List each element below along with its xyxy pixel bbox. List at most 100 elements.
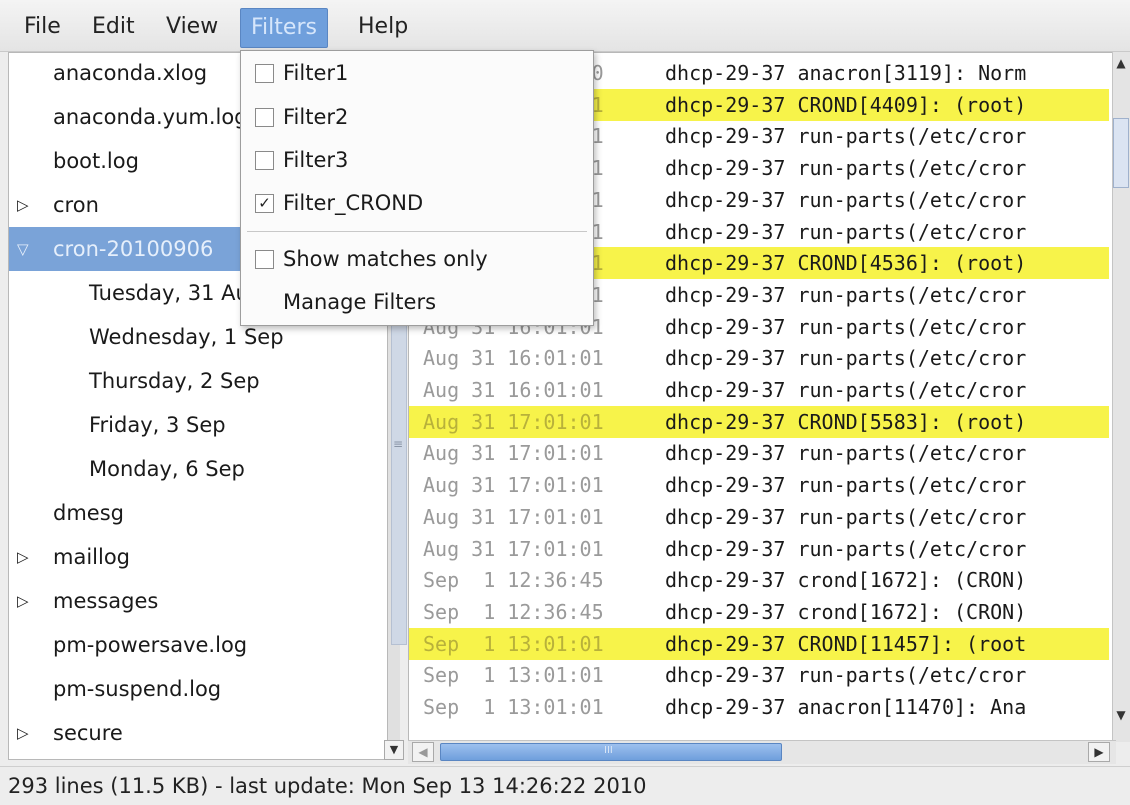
log-message: dhcp-29-37 crond[1672]: (CRON) xyxy=(665,568,1027,593)
log-timestamp: Sep 1 13:01:01 xyxy=(423,663,604,688)
log-message: dhcp-29-37 run-parts(/etc/cror xyxy=(665,663,1027,688)
tree-item-label: cron xyxy=(53,193,99,217)
menu-separator xyxy=(247,231,587,232)
filter-label: Filter3 xyxy=(283,148,349,172)
log-row[interactable]: Aug 31 17:01:01 dhcp-29-37 run-parts(/etc… xyxy=(409,469,1109,501)
filters-dropdown-menu: Filter1 Filter2 Filter3 ✓ Filter_CROND S… xyxy=(240,50,594,326)
menu-help[interactable]: Help xyxy=(348,9,418,45)
log-message: dhcp-29-37 run-parts(/etc/cror xyxy=(665,378,1027,402)
hscroll-grip-icon: III xyxy=(604,745,613,756)
log-row[interactable]: Aug 31 17:01:01 dhcp-29-37 run-parts(/etc… xyxy=(409,533,1109,565)
tree-item-label: spooler xyxy=(53,755,130,759)
menu-filters[interactable]: Filters xyxy=(240,8,328,48)
tree-item-label: Thursday, 2 Sep xyxy=(89,369,260,393)
tree-item[interactable]: spooler xyxy=(9,755,379,759)
log-row[interactable]: Sep 1 12:36:45 dhcp-29-37 crond[1672]: (C… xyxy=(409,564,1109,596)
status-bar: 293 lines (11.5 KB) - last update: Mon S… xyxy=(0,766,1130,805)
log-message: dhcp-29-37 run-parts(/etc/cror xyxy=(665,473,1027,498)
log-message: dhcp-29-37 run-parts(/etc/cror xyxy=(665,219,1027,244)
log-message: dhcp-29-37 run-parts(/etc/cror xyxy=(665,124,1027,149)
tree-item[interactable]: Thursday, 2 Sep xyxy=(9,359,379,403)
tree-item[interactable]: pm-powersave.log xyxy=(9,623,379,667)
tree-item[interactable]: pm-suspend.log xyxy=(9,667,379,711)
show-matches-only-checkbox[interactable] xyxy=(255,250,274,269)
tree-item-label: cron-20100906 xyxy=(53,237,214,261)
status-text: 293 lines (11.5 KB) - last update: Mon S… xyxy=(8,774,647,798)
log-message: dhcp-29-37 CROND[5583]: (root) xyxy=(665,409,1027,434)
show-matches-only-label: Show matches only xyxy=(283,247,488,271)
tree-item-label: anaconda.xlog xyxy=(53,61,208,85)
tree-item[interactable]: ▷ messages xyxy=(9,579,379,623)
collapsed-triangle-icon[interactable]: ▷ xyxy=(17,535,35,579)
log-message: dhcp-29-37 run-parts(/etc/cror xyxy=(665,346,1027,371)
log-timestamp: Aug 31 17:01:01 xyxy=(423,536,604,561)
log-message: dhcp-29-37 run-parts(/etc/cror xyxy=(665,536,1027,561)
menu-bar: File Edit View Filters Help xyxy=(0,0,1130,52)
log-row[interactable]: Sep 1 13:01:01 dhcp-29-37 anacron[11470]:… xyxy=(409,691,1109,723)
log-timestamp: Aug 31 17:01:01 xyxy=(423,473,604,498)
log-timestamp: Aug 31 17:01:01 xyxy=(423,409,604,434)
tree-item-label: pm-suspend.log xyxy=(53,677,222,701)
splitter-grip-icon: ≡ xyxy=(393,437,404,451)
filter-label: Filter_CROND xyxy=(283,191,424,215)
tree-item-label: maillog xyxy=(53,545,131,569)
tree-item[interactable]: ▷ maillog xyxy=(9,535,379,579)
scroll-left-arrow-icon[interactable]: ◀ xyxy=(412,742,434,762)
expanded-triangle-icon[interactable]: ▽ xyxy=(17,227,35,271)
log-row[interactable]: Aug 31 17:01:01 dhcp-29-37 run-parts(/etc… xyxy=(409,501,1109,533)
tree-item-label: pm-powersave.log xyxy=(53,633,248,657)
scroll-right-arrow-icon[interactable]: ▶ xyxy=(1088,742,1110,762)
tree-item[interactable]: dmesg xyxy=(9,491,379,535)
tree-item-label: anaconda.yum.log xyxy=(53,105,248,129)
collapsed-triangle-icon[interactable]: ▷ xyxy=(17,711,35,755)
log-row-highlighted[interactable]: Sep 1 13:01:01 dhcp-29-37 CROND[11457]: (… xyxy=(409,627,1109,660)
log-timestamp: Aug 31 17:01:01 xyxy=(423,504,604,529)
log-message: dhcp-29-37 run-parts(/etc/cror xyxy=(665,504,1027,529)
manage-filters-label: Manage Filters xyxy=(283,290,437,314)
tree-scrollbar-thumb[interactable] xyxy=(391,320,407,645)
tree-item-label: dmesg xyxy=(53,501,124,525)
log-timestamp: Sep 1 13:01:01 xyxy=(423,631,604,656)
log-message: dhcp-29-37 run-parts(/etc/cror xyxy=(665,187,1027,212)
filter-crond-checkbox[interactable]: ✓ xyxy=(255,194,274,213)
collapsed-triangle-icon[interactable]: ▷ xyxy=(17,579,35,623)
log-row[interactable]: Aug 31 16:01:01 dhcp-29-37 run-parts(/etc… xyxy=(409,374,1109,406)
filter-label: Filter1 xyxy=(283,61,349,85)
scroll-up-arrow-icon[interactable]: ▲ xyxy=(1113,56,1129,78)
log-message: dhcp-29-37 CROND[4409]: (root) xyxy=(665,92,1027,117)
tree-item-label: boot.log xyxy=(53,149,139,173)
tree-item[interactable]: ▷ secure xyxy=(9,711,379,755)
log-timestamp: Sep 1 13:01:01 xyxy=(423,695,604,719)
log-row[interactable]: Aug 31 17:01:01 dhcp-29-37 run-parts(/etc… xyxy=(409,437,1109,469)
log-message: dhcp-29-37 crond[1672]: (CRON) xyxy=(665,599,1027,624)
tree-item-label: secure xyxy=(53,721,123,745)
scroll-down-arrow-icon[interactable]: ▼ xyxy=(1113,708,1129,730)
log-message: dhcp-29-37 CROND[11457]: (root xyxy=(665,631,1027,656)
log-message: dhcp-29-37 run-parts(/etc/cror xyxy=(665,441,1027,466)
log-message: dhcp-29-37 anacron[11470]: Ana xyxy=(665,695,1027,719)
tree-item[interactable]: Friday, 3 Sep xyxy=(9,403,379,447)
menu-file[interactable]: File xyxy=(14,9,71,45)
log-message: dhcp-29-37 run-parts(/etc/cror xyxy=(665,314,1027,339)
menu-edit[interactable]: Edit xyxy=(82,9,145,45)
log-vertical-scroll-thumb[interactable] xyxy=(1113,118,1129,188)
filter2-checkbox[interactable] xyxy=(255,108,274,127)
log-row[interactable]: Sep 1 13:01:01 dhcp-29-37 run-parts(/etc/… xyxy=(409,659,1109,691)
menu-view[interactable]: View xyxy=(156,9,228,45)
tree-item[interactable]: Monday, 6 Sep xyxy=(9,447,379,491)
tree-scroll-down-button[interactable]: ▼ xyxy=(384,740,404,760)
log-message: dhcp-29-37 anacron[3119]: Norm xyxy=(665,61,1027,85)
tree-item-label: messages xyxy=(53,589,159,613)
log-timestamp: Sep 1 12:36:45 xyxy=(423,599,604,624)
log-row[interactable]: Sep 1 12:36:45 dhcp-29-37 crond[1672]: (C… xyxy=(409,596,1109,628)
filter-label: Filter2 xyxy=(283,105,349,129)
log-row-highlighted[interactable]: Aug 31 17:01:01 dhcp-29-37 CROND[5583]: (… xyxy=(409,405,1109,438)
tree-item-label: Friday, 3 Sep xyxy=(89,413,226,437)
filter3-checkbox[interactable] xyxy=(255,151,274,170)
log-timestamp: Aug 31 16:01:01 xyxy=(423,346,604,371)
log-row[interactable]: Aug 31 16:01:01 dhcp-29-37 run-parts(/etc… xyxy=(409,342,1109,374)
log-timestamp: Aug 31 17:01:01 xyxy=(423,441,604,466)
collapsed-triangle-icon[interactable]: ▷ xyxy=(17,183,35,227)
log-message: dhcp-29-37 CROND[4536]: (root) xyxy=(665,251,1027,276)
filter1-checkbox[interactable] xyxy=(255,64,274,83)
